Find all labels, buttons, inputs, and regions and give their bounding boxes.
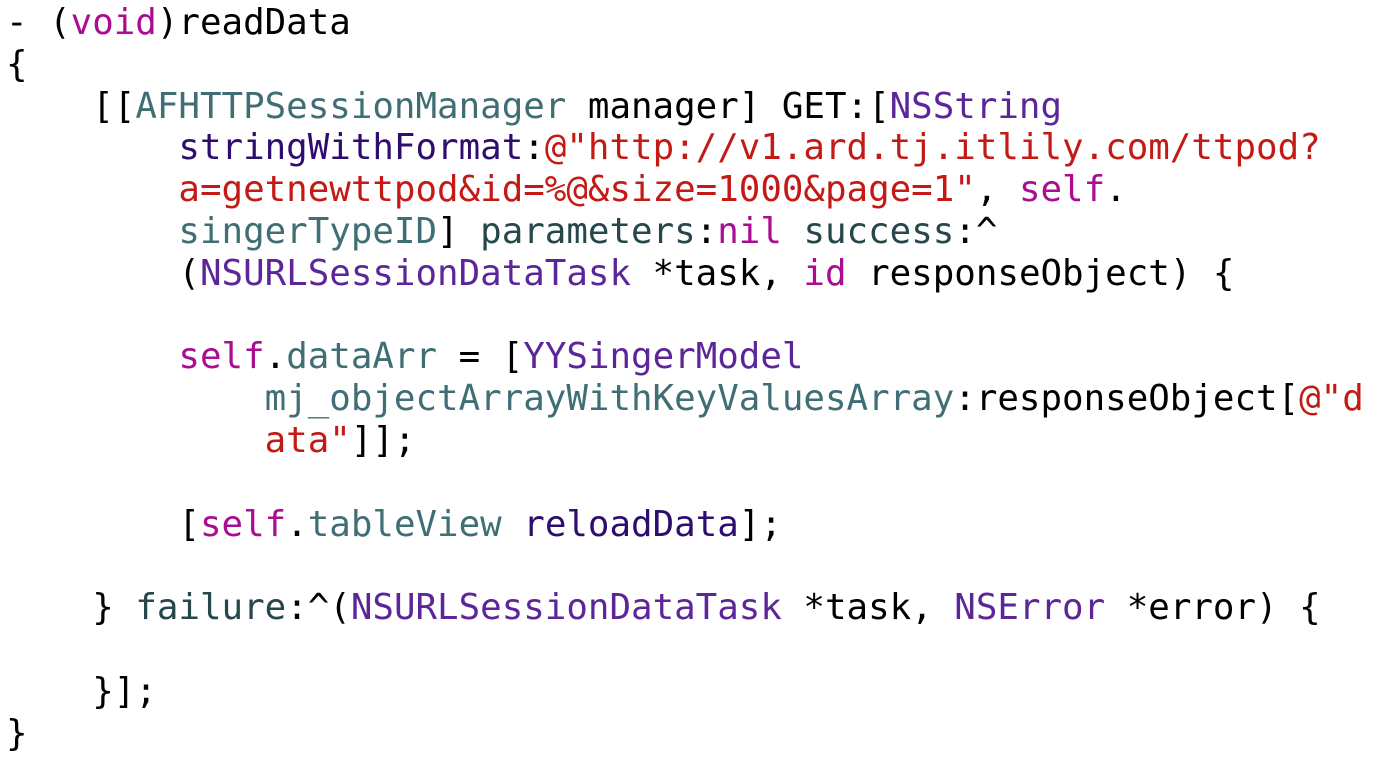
code-token-str: ata"	[264, 419, 351, 461]
code-token-plain: :^	[954, 210, 998, 252]
code-token-plain: - (	[6, 2, 71, 43]
code-token-plain: ,	[975, 169, 1019, 211]
code-token-kw: void	[70, 2, 157, 43]
code-token-plain: = [	[437, 336, 524, 378]
code-token-param: success	[803, 210, 955, 252]
code-token-plain: }];	[6, 670, 157, 712]
code-token-method: reloadData	[523, 503, 739, 545]
code-token-kw: self	[199, 503, 287, 545]
code-token-cls: mj_objectArrayWithKeyValuesArray	[264, 378, 955, 420]
code-token-plain: ];	[738, 503, 782, 545]
code-token-str: @"http://v1.ard.tj.itlily.com/ttpod?	[544, 127, 1321, 169]
code-token-cls: singerTypeID	[178, 210, 438, 252]
code-line: }];	[6, 671, 1378, 713]
code-token-type: NSError	[954, 587, 1106, 629]
code-token-plain: .	[264, 336, 287, 378]
code-token-kw: self	[178, 336, 265, 378]
code-line: singerTypeID] parameters:nil success:^	[6, 211, 1378, 253]
code-token-plain: .	[1105, 169, 1127, 211]
code-token-plain: manager] GET:[	[566, 85, 890, 127]
code-token-plain: (	[6, 252, 200, 294]
code-token-plain: *task,	[781, 587, 955, 629]
code-token-plain: .	[286, 503, 308, 545]
code-token-method: stringWithFormat	[178, 127, 524, 169]
code-line: - (void)readData	[6, 2, 1378, 44]
code-token-plain: :^(	[286, 587, 351, 629]
code-token-plain: }	[6, 587, 136, 629]
code-token-kw: self	[1018, 169, 1106, 211]
code-line: [[AFHTTPSessionManager manager] GET:[NSS…	[6, 86, 1378, 128]
code-token-plain: *error) {	[1105, 587, 1321, 629]
code-token-kw: id	[803, 252, 847, 294]
code-token-param: parameters	[480, 210, 696, 252]
code-token-str: a=getnewttpod&id=%@&size=1000&page=1"	[178, 169, 976, 211]
code-token-plain: )readData	[156, 2, 351, 43]
code-token-plain: ]];	[350, 419, 416, 461]
code-line: ata"]];	[6, 420, 1378, 462]
code-token-plain: *task,	[631, 252, 804, 294]
code-token-cls: tableView	[307, 503, 502, 545]
code-token-plain: [[	[6, 85, 136, 127]
code-line: a=getnewttpod&id=%@&size=1000&page=1", s…	[6, 169, 1378, 211]
code-token-cls: AFHTTPSessionManager	[135, 85, 567, 127]
code-token-kw: nil	[717, 210, 782, 252]
code-token-plain: ]	[437, 210, 481, 252]
code-token-plain: :	[523, 127, 545, 169]
code-line: mj_objectArrayWithKeyValuesArray:respons…	[6, 378, 1378, 420]
code-token-type: NSString	[889, 85, 1063, 127]
code-token-type: YYSingerModel	[523, 336, 804, 378]
code-token-plain: }	[6, 712, 28, 754]
code-line: [self.tableView reloadData];	[6, 504, 1378, 546]
code-line: (NSURLSessionDataTask *task, id response…	[6, 253, 1378, 295]
code-token-param: failure	[135, 587, 287, 629]
code-line: }	[6, 713, 1378, 755]
code-token-plain: responseObject) {	[846, 252, 1235, 294]
code-token-plain: {	[6, 43, 28, 85]
code-token-plain: [	[6, 503, 200, 545]
code-line: stringWithFormat:@"http://v1.ard.tj.itli…	[6, 127, 1378, 169]
code-token-plain: :	[695, 210, 718, 252]
code-line: self.dataArr = [YYSingerModel	[6, 336, 1378, 378]
code-line: } failure:^(NSURLSessionDataTask *task, …	[6, 587, 1378, 629]
code-token-str: @"d	[1299, 378, 1364, 420]
code-line: {	[6, 44, 1378, 86]
code-editor[interactable]: - (void)readData{ [[AFHTTPSessionManager…	[0, 0, 1378, 754]
code-token-type: NSURLSessionDataTask	[350, 587, 782, 629]
code-token-plain: :responseObject[	[954, 378, 1300, 420]
code-token-cls: dataArr	[286, 336, 438, 378]
code-token-type: NSURLSessionDataTask	[199, 252, 631, 294]
